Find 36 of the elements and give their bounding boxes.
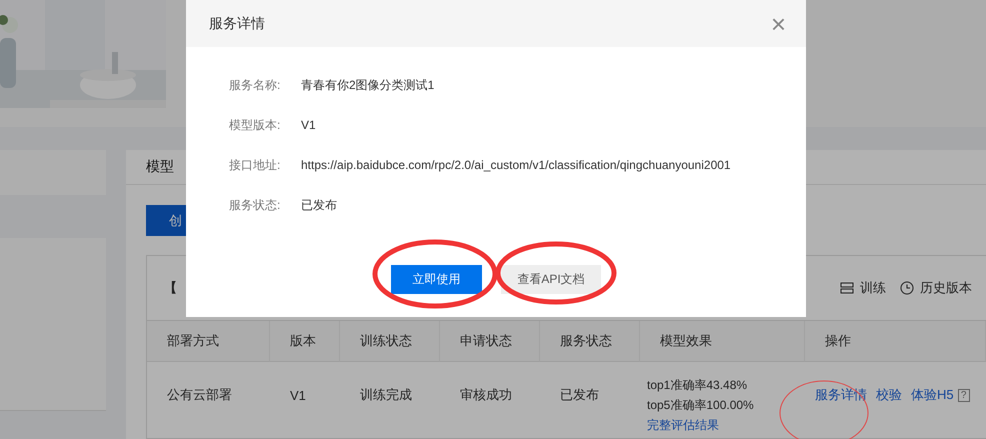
- api-docs-button[interactable]: 查看API文档: [501, 265, 601, 294]
- column-header: 训练状态: [340, 321, 440, 362]
- field-value: https://aip.baidubce.com/rpc/2.0/ai_custom/v1/classification/qingchuanyouni2001: [301, 158, 731, 172]
- model-title: 【: [164, 279, 177, 297]
- dialog-title: 服务详情: [209, 14, 265, 32]
- toolbar-link[interactable]: 历史版本: [920, 279, 972, 297]
- column-header: 模型效果: [640, 321, 805, 362]
- table-cell-text: V1: [289, 386, 307, 404]
- action-link[interactable]: 校验: [876, 386, 902, 404]
- table-cell-text: 已发布: [559, 386, 600, 404]
- table-cell-text: 训练完成: [359, 386, 413, 404]
- field-value: 已发布: [301, 196, 337, 214]
- field-label: 模型版本:: [229, 116, 282, 134]
- accuracy-text: top5准确率100.00%: [647, 397, 755, 414]
- column-header: 申请状态: [440, 321, 540, 362]
- table-cell-text: 审核成功: [459, 386, 513, 404]
- field-value: V1: [301, 118, 316, 132]
- field-label: 服务名称:: [229, 76, 282, 94]
- use-now-button[interactable]: 立即使用: [391, 265, 482, 294]
- stacked-bars-icon: [840, 282, 854, 294]
- field-label: 接口地址:: [229, 156, 282, 174]
- column-header: 版本: [270, 321, 340, 362]
- field-value: 青春有你2图像分类测试1: [301, 76, 434, 94]
- table-cell-text: 公有云部署: [166, 386, 233, 404]
- toolbar-link[interactable]: 训练: [860, 279, 886, 297]
- accuracy-text: top1准确率43.48%: [647, 377, 748, 394]
- help-icon[interactable]: ?: [958, 388, 970, 402]
- column-header: 部署方式: [147, 321, 270, 362]
- action-link[interactable]: 体验H5: [911, 386, 954, 404]
- close-button[interactable]: ×: [770, 12, 786, 36]
- evaluation-link[interactable]: 完整评估结果: [647, 415, 805, 435]
- column-header: 服务状态: [540, 321, 640, 362]
- card-title: 模型: [146, 158, 174, 176]
- column-header: 操作: [805, 321, 986, 362]
- clock-icon: [900, 281, 914, 295]
- field-label: 服务状态:: [229, 196, 282, 214]
